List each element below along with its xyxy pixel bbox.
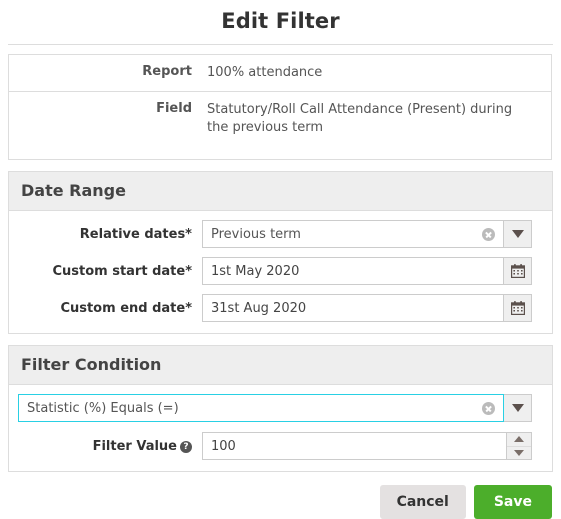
dialog-footer: Cancel Save — [0, 485, 561, 519]
custom-start-date-row: Custom start date* — [9, 257, 552, 285]
edit-filter-dialog: Edit Filter Report 100% attendance Field… — [0, 0, 561, 519]
save-button[interactable]: Save — [473, 485, 552, 519]
condition-row: Statistic (%) Equals (=) — [9, 394, 552, 422]
relative-dates-value: Previous term — [211, 226, 301, 242]
custom-end-date-control — [202, 294, 532, 322]
calendar-icon — [510, 301, 525, 316]
filter-condition-panel: Filter Condition Statistic (%) Equals (=… — [8, 345, 553, 472]
spinner-increment-button[interactable] — [507, 433, 531, 447]
filter-condition-panel-header: Filter Condition — [9, 346, 552, 385]
filter-condition-value: Statistic (%) Equals (=) — [27, 400, 179, 416]
filter-value-control — [202, 432, 532, 460]
date-range-panel-body: Relative dates* Previous term Custom sta… — [9, 211, 552, 333]
date-range-heading: Date Range — [21, 181, 126, 200]
spinner-decrement-button[interactable] — [507, 447, 531, 460]
filter-info-table: Report 100% attendance Field Statutory/R… — [8, 54, 552, 160]
table-row: Field Statutory/Roll Call Attendance (Pr… — [9, 92, 551, 159]
info-value-report: 100% attendance — [207, 65, 323, 80]
chevron-down-icon — [511, 404, 524, 412]
caret-down-icon — [514, 449, 524, 456]
custom-end-date-calendar-button[interactable] — [504, 294, 532, 322]
quantity-stepper[interactable] — [507, 432, 532, 460]
custom-start-date-input[interactable] — [202, 257, 504, 285]
relative-dates-select[interactable]: Previous term — [202, 220, 504, 248]
filter-value-label-text: Filter Value — [92, 438, 177, 454]
clear-circle-icon[interactable] — [482, 227, 495, 241]
custom-start-date-control — [202, 257, 532, 285]
page-title: Edit Filter — [221, 9, 340, 33]
relative-dates-row: Relative dates* Previous term — [9, 220, 552, 248]
filter-value-label: Filter Value? — [9, 439, 202, 454]
filter-condition-dropdown-button[interactable] — [504, 394, 532, 422]
relative-dates-dropdown-button[interactable] — [504, 220, 532, 248]
calendar-icon — [510, 264, 525, 279]
custom-end-date-label: Custom end date* — [60, 300, 192, 316]
help-circle-icon[interactable]: ? — [180, 440, 192, 453]
chevron-down-icon — [511, 230, 524, 238]
info-value-field: Statutory/Roll Call Attendance (Present)… — [207, 102, 513, 135]
custom-start-date-calendar-button[interactable] — [504, 257, 532, 285]
custom-start-date-label: Custom start date* — [52, 263, 192, 279]
info-label-field: Field — [156, 101, 192, 116]
table-row: Report 100% attendance — [9, 55, 551, 92]
custom-end-date-row: Custom end date* — [9, 294, 552, 322]
cancel-button[interactable]: Cancel — [379, 485, 466, 519]
filter-condition-panel-body: Statistic (%) Equals (=) Filter Value? — [9, 385, 552, 471]
filter-condition-select[interactable]: Statistic (%) Equals (=) — [18, 394, 504, 422]
custom-end-date-input[interactable] — [202, 294, 504, 322]
info-label-report: Report — [142, 64, 192, 79]
caret-up-icon — [514, 436, 524, 443]
filter-value-row: Filter Value? — [9, 432, 552, 460]
clear-circle-icon[interactable] — [482, 401, 495, 415]
relative-dates-label: Relative dates* — [79, 226, 192, 242]
title-divider — [8, 44, 553, 45]
relative-dates-control: Previous term — [202, 220, 532, 248]
filter-condition-heading: Filter Condition — [21, 355, 162, 374]
date-range-panel: Date Range Relative dates* Previous term… — [8, 171, 553, 334]
date-range-panel-header: Date Range — [9, 172, 552, 211]
filter-value-input[interactable] — [202, 432, 507, 460]
